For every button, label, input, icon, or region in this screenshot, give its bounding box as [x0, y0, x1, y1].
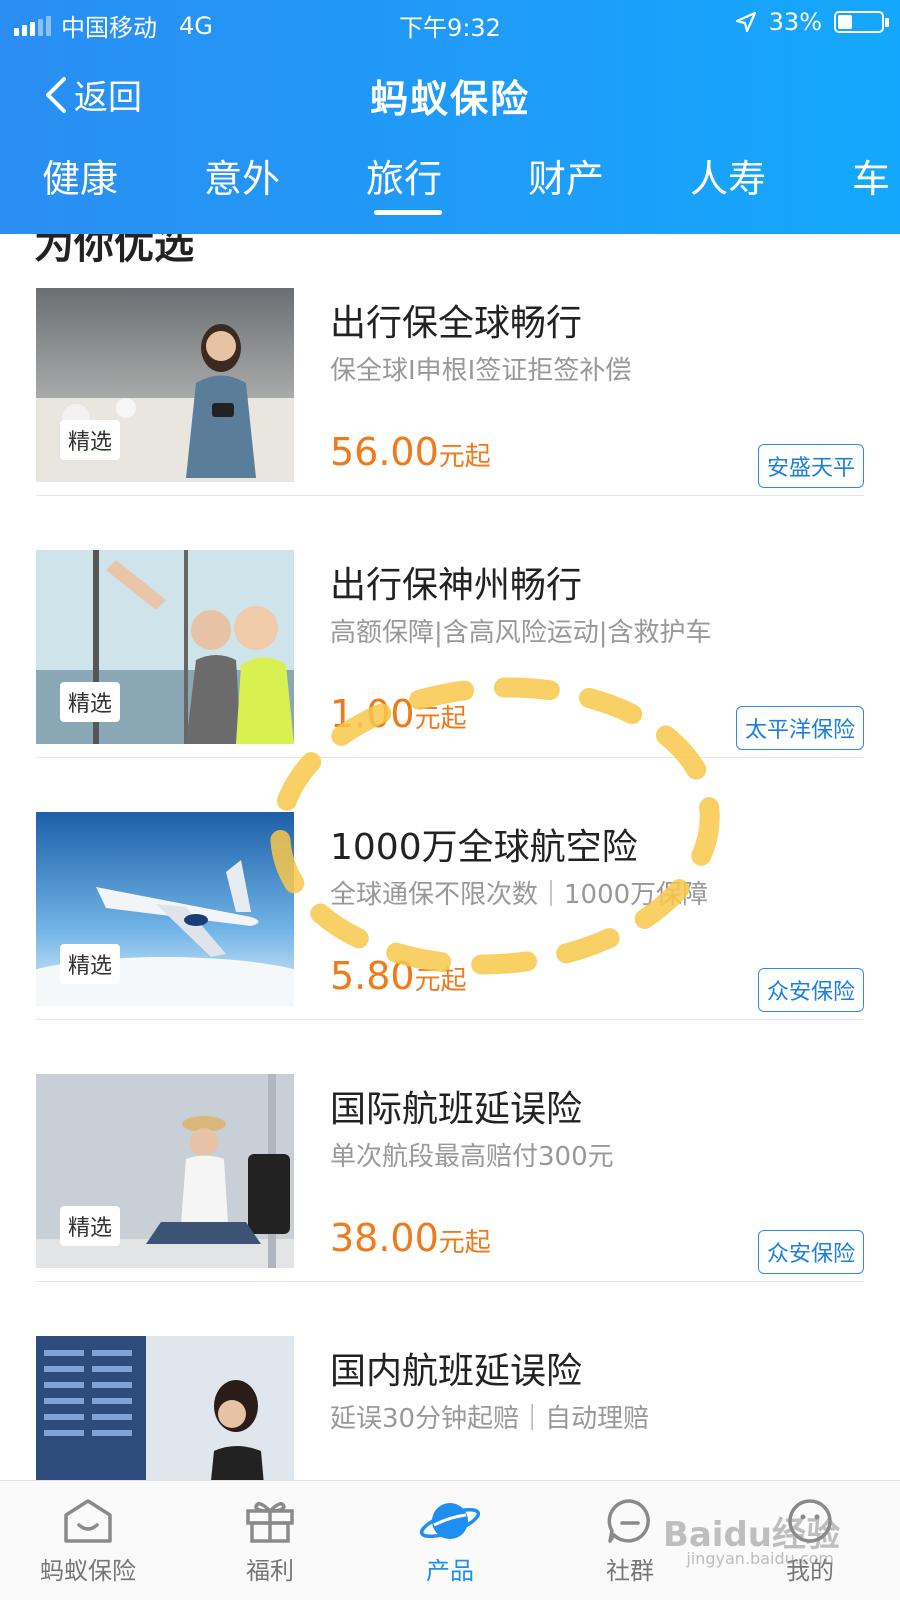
tab-property[interactable]: 财产 [528, 148, 604, 203]
gift-icon [246, 1502, 294, 1543]
location-arrow-icon [735, 11, 756, 33]
tabbar-item-home[interactable]: 蚂蚁保险 [18, 1497, 158, 1586]
product-title[interactable]: 出行保神州畅行 [330, 556, 582, 608]
tab-health[interactable]: 健康 [42, 148, 118, 203]
product-price: 56.00元起 [330, 430, 491, 474]
tab-car[interactable]: 车 [852, 148, 890, 203]
bottom-tab-bar: 蚂蚁保险 福利 产品 社群 我的 Baidu经验 jingyan.baidu.c… [0, 1480, 900, 1600]
tabbar-label: 社群 [606, 1557, 654, 1585]
price-suffix: 元起 [414, 704, 467, 734]
product-price: 38.00元起 [330, 1216, 491, 1260]
product-price: 5.80元起 [330, 954, 467, 998]
price-value: 5.80 [330, 954, 415, 998]
planet-icon [419, 1503, 481, 1539]
price-suffix: 元起 [414, 966, 467, 996]
tabbar-label: 产品 [426, 1557, 474, 1585]
product-title[interactable]: 国内航班延误险 [330, 1342, 582, 1394]
product-title[interactable]: 国际航班延误险 [330, 1080, 582, 1132]
product-subtitle: 高额保障|含高风险运动|含救护车 [330, 618, 712, 648]
featured-badge: 精选 [60, 420, 121, 460]
product-card[interactable]: 精选 出行保神州畅行 高额保障|含高风险运动|含救护车 1.00元起 太平洋保险 [36, 496, 864, 758]
tab-life[interactable]: 人寿 [690, 148, 766, 203]
tab-accident[interactable]: 意外 [204, 148, 280, 203]
tab-travel[interactable]: 旅行 [366, 148, 442, 203]
watermark-sub: jingyan.baidu.com [686, 1549, 834, 1568]
product-image[interactable]: 精选 [36, 812, 294, 1006]
product-subtitle: 保全球I申根I签证拒签补偿 [330, 356, 632, 386]
price-value: 38.00 [330, 1216, 439, 1260]
tabbar-label: 福利 [246, 1557, 294, 1585]
tabbar-label: 蚂蚁保险 [40, 1557, 136, 1585]
insurer-tag: 安盛天平 [757, 444, 864, 488]
product-card[interactable]: 精选 1000万全球航空险 全球通保不限次数｜1000万保障 5.80元起 众安… [36, 758, 864, 1020]
product-subtitle: 全球通保不限次数｜1000万保障 [330, 880, 709, 910]
featured-badge: 精选 [60, 1206, 121, 1246]
product-price: 1.00元起 [330, 692, 467, 736]
price-value: 1.00 [330, 692, 415, 736]
status-right: 33% [735, 8, 889, 36]
product-image[interactable]: 精选 [36, 1074, 294, 1268]
category-tabs: 健康 意外 旅行 财产 人寿 车 [0, 148, 900, 218]
product-subtitle: 延误30分钟起赔｜自动理赔 [330, 1404, 650, 1434]
product-title[interactable]: 1000万全球航空险 [330, 818, 638, 870]
app-header: 中国移动 4G 下午9:32 33% 返回 蚂蚁保险 健康 意外 旅行 财产 人… [0, 0, 900, 234]
price-value: 56.00 [330, 430, 439, 474]
insurer-tag: 太平洋保险 [735, 706, 864, 750]
product-card[interactable]: 精选 出行保全球畅行 保全球I申根I签证拒签补偿 56.00元起 安盛天平 [36, 234, 864, 496]
product-card[interactable]: 国内航班延误险 延误30分钟起赔｜自动理赔 [36, 1282, 864, 1480]
insurer-tag: 众安保险 [757, 1230, 864, 1274]
battery-fill [838, 15, 852, 29]
featured-badge: 精选 [60, 944, 121, 984]
tabbar-item-products[interactable]: 产品 [380, 1497, 520, 1586]
battery-percent: 33% [768, 8, 822, 36]
price-suffix: 元起 [438, 1228, 491, 1258]
featured-badge: 精选 [60, 682, 121, 722]
product-title[interactable]: 出行保全球畅行 [330, 294, 582, 346]
product-list[interactable]: 为你优选 精选 出行保全球畅行 保全球I申根I签证拒签补偿 56.00元起 安盛… [0, 234, 900, 1480]
status-bar: 中国移动 4G 下午9:32 33% [0, 0, 900, 46]
page-title: 蚂蚁保险 [369, 77, 530, 121]
insurer-tag: 众安保险 [757, 968, 864, 1012]
active-tab-indicator [374, 210, 442, 215]
home-icon [64, 1499, 112, 1543]
product-image[interactable]: 精选 [36, 550, 294, 744]
battery-icon [834, 11, 889, 33]
nav-bar: 返回 蚂蚁保险 [0, 50, 900, 132]
chat-bubble-icon [607, 1499, 650, 1543]
tabbar-item-benefits[interactable]: 福利 [200, 1497, 340, 1586]
product-image[interactable]: 精选 [36, 288, 294, 482]
product-image[interactable] [36, 1336, 294, 1480]
product-subtitle: 单次航段最高赔付300元 [330, 1142, 614, 1172]
product-card[interactable]: 精选 国际航班延误险 单次航段最高赔付300元 38.00元起 众安保险 [36, 1020, 864, 1282]
price-suffix: 元起 [438, 442, 491, 472]
